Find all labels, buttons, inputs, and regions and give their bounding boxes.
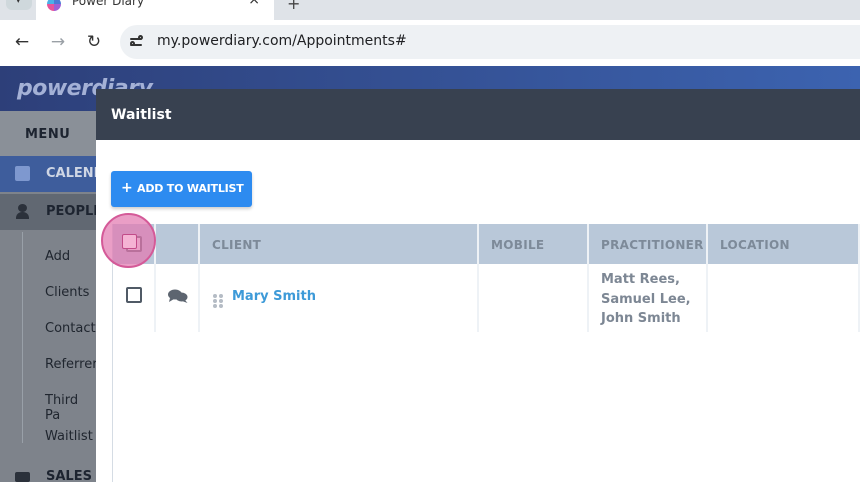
powerdiary-favicon-icon	[47, 0, 61, 11]
sidebar: MENU CALEND PEOPLE Add Clients Contacts …	[0, 111, 104, 482]
practitioner-name: John Smith	[601, 311, 681, 326]
row-icon-cell	[156, 264, 200, 332]
waitlist-table: CLIENT MOBILE PRACTITIONER LOCATION Mary…	[112, 224, 860, 482]
drag-handle-icon[interactable]	[213, 294, 225, 308]
forward-arrow-icon[interactable]: →	[46, 30, 70, 54]
calendar-icon	[15, 166, 30, 181]
chevron-down-icon: ▾	[16, 0, 21, 6]
mobile-cell	[479, 264, 589, 332]
column-header-mobile[interactable]: MOBILE	[479, 224, 589, 264]
browser-tab-active[interactable]: Power Diary ×	[36, 0, 274, 20]
waitlist-modal: Waitlist + ADD TO WAITLIST CLIENT MOBILE…	[96, 89, 860, 482]
modal-header: Waitlist	[96, 89, 860, 140]
column-header-practitioner[interactable]: PRACTITIONER	[589, 224, 708, 264]
address-bar[interactable]: my.powerdiary.com/Appointments#	[120, 25, 860, 59]
submenu-divider	[22, 232, 23, 443]
browser-toolbar: ← → ↻ my.powerdiary.com/Appointments#	[0, 20, 860, 66]
menu-header[interactable]: MENU	[0, 111, 96, 156]
row-checkbox[interactable]	[126, 287, 142, 303]
client-name-link[interactable]: Mary Smith	[232, 289, 316, 304]
tab-search-button[interactable]: ▾	[6, 0, 32, 10]
sidebar-item-sales[interactable]: SALES	[0, 463, 96, 482]
location-cell	[708, 264, 860, 332]
column-header-client[interactable]: CLIENT	[200, 224, 479, 264]
reload-icon[interactable]: ↻	[82, 30, 106, 54]
add-to-waitlist-label: ADD TO WAITLIST	[137, 182, 244, 195]
click-highlight-marker	[101, 213, 156, 268]
url-text[interactable]: my.powerdiary.com/Appointments#	[157, 33, 407, 49]
menu-label: MENU	[25, 127, 71, 142]
submenu-item-add[interactable]: Add	[45, 249, 70, 264]
icon-column-header	[156, 224, 200, 264]
table-row[interactable]: Mary Smith Matt Rees, Samuel Lee, John S…	[113, 264, 860, 332]
submenu-item-contacts[interactable]: Contacts	[45, 321, 102, 336]
column-header-location[interactable]: LOCATION	[708, 224, 860, 264]
sidebar-item-calendar[interactable]: CALEND	[0, 156, 104, 192]
plus-icon: +	[121, 180, 133, 196]
new-tab-icon[interactable]: +	[287, 0, 300, 13]
close-icon[interactable]: ×	[248, 0, 260, 8]
client-cell: Mary Smith	[200, 264, 479, 332]
chat-icon[interactable]	[168, 289, 188, 303]
practitioner-cell: Matt Rees, Samuel Lee, John Smith	[589, 264, 708, 332]
submenu-item-third-party[interactable]: Third Pa	[45, 393, 96, 423]
row-select-cell	[113, 264, 156, 332]
browser-tab-strip: ▾ Power Diary × +	[0, 0, 860, 20]
practitioner-list: Matt Rees, Samuel Lee, John Smith	[601, 270, 691, 329]
site-info-icon[interactable]	[130, 34, 146, 50]
practitioner-name: Matt Rees,	[601, 272, 680, 287]
user-icon	[15, 204, 30, 219]
sidebar-item-label: SALES	[46, 469, 92, 482]
sidebar-item-label: PEOPLE	[46, 204, 103, 219]
tab-title: Power Diary	[72, 0, 145, 8]
sidebar-item-people[interactable]: PEOPLE	[0, 194, 102, 230]
money-icon	[15, 472, 30, 482]
table-header: CLIENT MOBILE PRACTITIONER LOCATION	[113, 224, 860, 264]
practitioner-name: Samuel Lee,	[601, 291, 691, 307]
submenu-item-waitlist[interactable]: Waitlist	[45, 429, 93, 444]
highlighted-checkbox[interactable]	[122, 234, 137, 249]
back-arrow-icon[interactable]: ←	[10, 30, 34, 54]
submenu-item-clients[interactable]: Clients	[45, 285, 89, 300]
add-to-waitlist-button[interactable]: + ADD TO WAITLIST	[111, 171, 252, 207]
modal-title: Waitlist	[111, 107, 172, 123]
